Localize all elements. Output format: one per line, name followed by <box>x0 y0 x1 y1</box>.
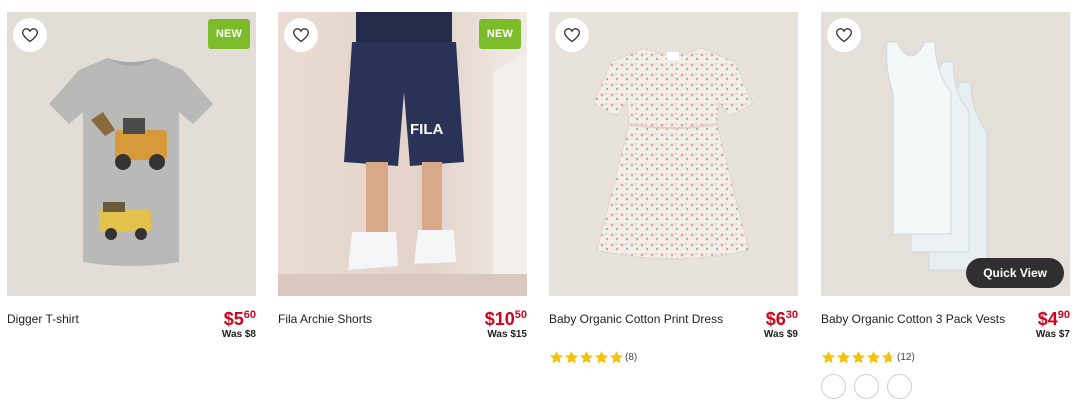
product-image[interactable]: NEW <box>7 12 256 296</box>
heart-outline-icon <box>22 27 38 42</box>
price-dollars: $5 <box>223 309 244 329</box>
new-badge: NEW <box>208 19 250 49</box>
star-full-icon <box>579 350 594 364</box>
star-full-icon <box>609 350 624 364</box>
price-cents: 60 <box>243 309 256 321</box>
product-name[interactable]: Fila Archie Shorts <box>278 312 372 326</box>
product-image[interactable] <box>549 12 798 296</box>
star-rating <box>821 350 896 365</box>
product-image[interactable]: FILA NEW <box>278 12 527 296</box>
shorts-image: FILA <box>278 12 527 296</box>
dress-image <box>592 47 754 260</box>
product-rating[interactable]: (12) <box>821 350 1070 365</box>
heart-outline-icon <box>836 27 852 42</box>
vests-image <box>886 41 988 271</box>
heart-outline-icon <box>564 27 580 42</box>
star-full-icon <box>866 350 881 364</box>
product-image[interactable]: Quick View <box>821 12 1070 296</box>
star-half-icon <box>881 350 896 364</box>
price-cents: 90 <box>1057 309 1070 321</box>
heart-outline-icon <box>293 27 309 42</box>
price-dollars: $10 <box>484 309 515 329</box>
product-card[interactable]: Baby Organic Cotton Print Dress $630 Was… <box>549 12 798 365</box>
product-rating[interactable]: (8) <box>549 350 798 365</box>
price-dollars: $6 <box>765 309 786 329</box>
was-price: Was $7 <box>1035 329 1070 340</box>
product-price: $560 Was $8 <box>221 309 256 341</box>
star-full-icon <box>594 350 609 364</box>
svg-text:FILA: FILA <box>410 121 443 138</box>
product-card[interactable]: NEW Digger T-shirt $560 Was $8 <box>7 12 256 349</box>
price-cents: 50 <box>514 309 527 321</box>
color-swatch[interactable] <box>854 374 879 399</box>
wishlist-button[interactable] <box>13 18 47 52</box>
star-full-icon <box>549 350 564 364</box>
star-full-icon <box>836 350 851 364</box>
wishlist-button[interactable] <box>284 18 318 52</box>
product-price: $1050 Was $15 <box>484 309 527 341</box>
product-card[interactable]: FILA NEW Fila Archie Shorts $1050 Was $1… <box>278 12 527 349</box>
new-badge: NEW <box>479 19 521 49</box>
tshirt-image <box>49 58 213 266</box>
price-cents: 30 <box>785 309 798 321</box>
color-swatch[interactable] <box>887 374 912 399</box>
star-full-icon <box>851 350 866 364</box>
quick-view-button[interactable]: Quick View <box>966 258 1064 288</box>
wishlist-button[interactable] <box>555 18 589 52</box>
product-price: $490 Was $7 <box>1035 309 1070 341</box>
was-price: Was $15 <box>487 329 527 340</box>
color-swatches <box>821 374 1070 399</box>
was-price: Was $8 <box>221 329 256 340</box>
review-count: (12) <box>897 352 915 363</box>
wishlist-button[interactable] <box>827 18 861 52</box>
review-count: (8) <box>625 352 638 363</box>
was-price: Was $9 <box>763 329 798 340</box>
product-name[interactable]: Baby Organic Cotton Print Dress <box>549 312 723 326</box>
price-dollars: $4 <box>1037 309 1058 329</box>
star-rating <box>549 350 624 365</box>
product-name[interactable]: Baby Organic Cotton 3 Pack Vests <box>821 312 1005 326</box>
product-price: $630 Was $9 <box>763 309 798 341</box>
star-full-icon <box>821 350 836 364</box>
product-name[interactable]: Digger T-shirt <box>7 312 79 326</box>
star-full-icon <box>564 350 579 364</box>
product-card[interactable]: Quick View Baby Organic Cotton 3 Pack Ve… <box>821 12 1070 399</box>
color-swatch[interactable] <box>821 374 846 399</box>
